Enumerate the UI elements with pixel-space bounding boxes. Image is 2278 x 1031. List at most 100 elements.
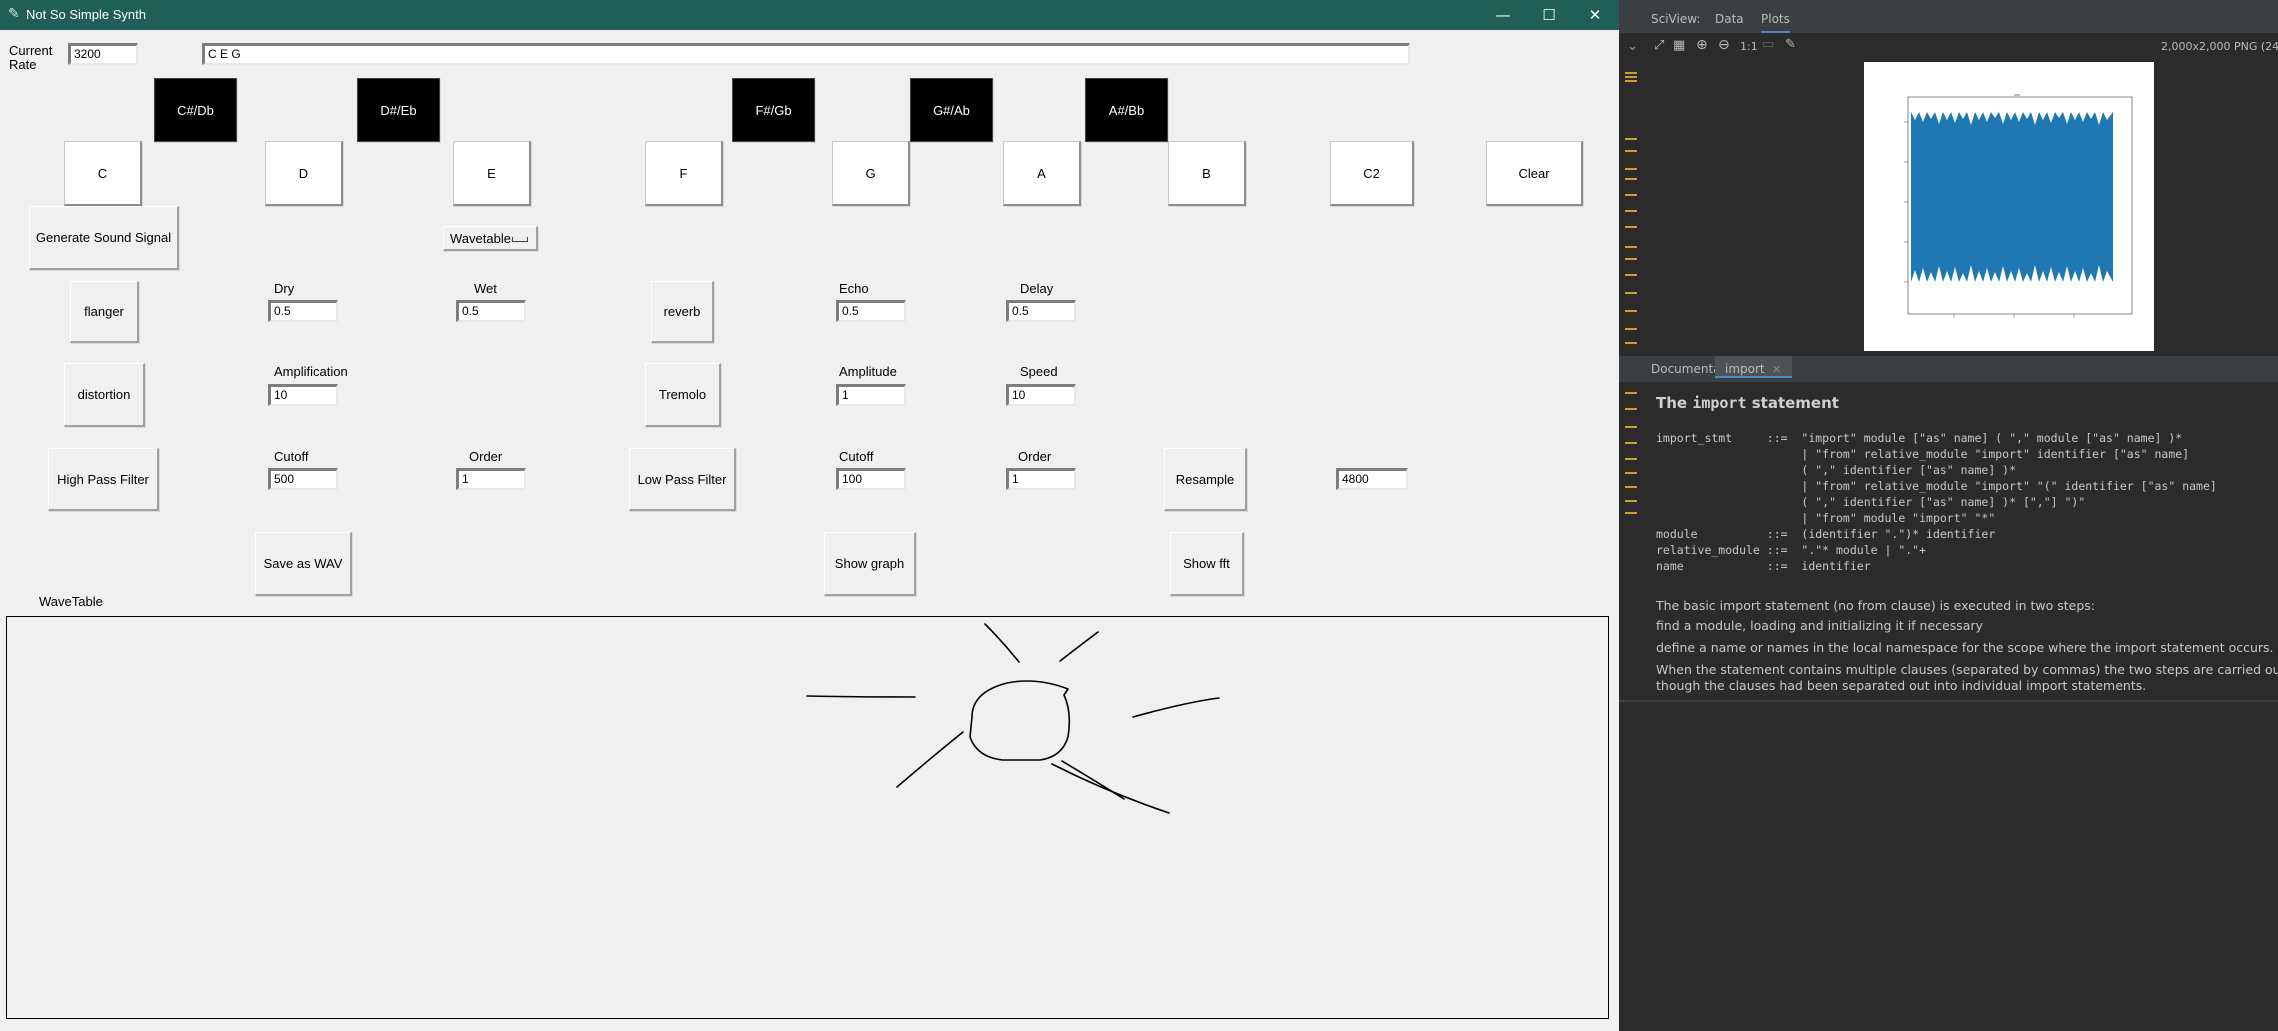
wet-input[interactable]: 0.5 [456, 300, 526, 322]
speed-input[interactable]: 10 [1006, 384, 1076, 406]
grammar-line: ( "," identifier ["as" name] )* [","] ")… [1656, 495, 2086, 509]
notes-input[interactable]: C E G [202, 43, 1410, 65]
hpf-cutoff-input[interactable]: 500 [268, 468, 338, 490]
lpf-cutoff-input[interactable]: 100 [836, 468, 906, 490]
key-b[interactable]: B [1168, 141, 1246, 206]
save-wav-button[interactable]: Save as WAV [255, 532, 352, 596]
doc-title-code: import [1692, 394, 1747, 412]
key-c-sharp[interactable]: C#/Db [154, 78, 237, 142]
show-graph-button[interactable]: Show graph [824, 532, 916, 596]
tremolo-button[interactable]: Tremolo [645, 363, 721, 427]
window-title: Not So Simple Synth [26, 7, 146, 22]
grammar-line: name ::= identifier [1656, 559, 1871, 573]
ide-panel: SciView: Data Plots ⌄ ⤢ ▦ ⊕ ⊖ 1:1 ▭ ✎ 2,… [1619, 0, 2278, 1031]
doc-step-2: define a name or names in the local name… [1656, 640, 2274, 655]
doc-step-1: find a module, loading and initializing … [1656, 618, 1983, 633]
resample-input[interactable]: 4800 [1336, 468, 1408, 490]
key-e[interactable]: E [453, 141, 531, 206]
drawing-ray-3 [806, 695, 916, 698]
clear-button[interactable]: Clear [1486, 141, 1583, 206]
color-picker-icon[interactable]: ✎ [1785, 37, 1796, 52]
waveform-select-value: Wavetable [450, 230, 511, 246]
grammar-line: ( "," identifier ["as" name] )* [1656, 463, 2017, 477]
doc-paragraph: When the statement contains multiple cla… [1656, 662, 2278, 677]
amplification-label: Amplification [274, 364, 348, 379]
key-c[interactable]: C [64, 141, 142, 206]
amplitude-input[interactable]: 1 [836, 384, 906, 406]
grid-icon[interactable]: ▦ [1673, 38, 1685, 53]
zoom-in-icon[interactable]: ⊕ [1696, 37, 1708, 53]
waveform-plot [1904, 94, 2133, 318]
hpf-cutoff-label: Cutoff [274, 449, 309, 464]
feather-icon: ✎ [8, 6, 20, 22]
zoom-out-icon[interactable]: ⊖ [1718, 37, 1730, 53]
wavetable-canvas[interactable] [6, 616, 1609, 1019]
synth-window: ✎ Not So Simple Synth — ☐ ✕ Current Rate… [0, 0, 1619, 1031]
dry-input[interactable]: 0.5 [268, 300, 338, 322]
doc-title: The import statement [1656, 394, 1839, 412]
sciview-label: SciView: [1651, 12, 1701, 26]
resample-button[interactable]: Resample [1164, 448, 1247, 511]
delay-input[interactable]: 0.5 [1006, 300, 1076, 322]
flanger-button[interactable]: flanger [70, 281, 139, 343]
image-info: 2,000x2,000 PNG (24-b [2161, 40, 2278, 53]
plot-image [1864, 62, 2154, 351]
drawing-ray-5 [896, 731, 964, 788]
key-a-sharp[interactable]: A#/Bb [1085, 78, 1168, 142]
key-f-sharp[interactable]: F#/Gb [732, 78, 815, 142]
fit-to-window-icon[interactable]: ⤢ [1654, 38, 1664, 53]
doc-paragraph: The basic import statement (no from clau… [1656, 598, 2095, 613]
doc-tab-import[interactable]: import × [1715, 356, 1792, 378]
key-d[interactable]: D [265, 141, 343, 206]
doc-paragraph: though the clauses had been separated ou… [1656, 678, 2147, 693]
grammar-line: | "from" relative_module "import" identi… [1656, 447, 2190, 461]
lpf-order-label: Order [1018, 449, 1052, 464]
generate-sound-button[interactable]: Generate Sound Signal [29, 206, 179, 270]
drawing-ray-2 [1059, 631, 1099, 662]
wet-label: Wet [474, 281, 497, 296]
amplification-input[interactable]: 10 [268, 384, 338, 406]
hpf-order-input[interactable]: 1 [456, 468, 526, 490]
high-pass-filter-button[interactable]: High Pass Filter [48, 448, 159, 511]
key-g[interactable]: G [832, 141, 910, 206]
close-tab-icon[interactable]: × [1771, 362, 1781, 376]
drawing-ray-4 [1132, 697, 1220, 718]
chevron-down-icon[interactable]: ⌄ [1627, 39, 1638, 54]
tab-data[interactable]: Data [1715, 12, 1744, 26]
rate-label: Current Rate [9, 43, 53, 72]
background-icon[interactable]: ▭ [1762, 37, 1774, 52]
doc-title-prefix: The [1656, 394, 1693, 412]
minimize-button[interactable]: — [1480, 0, 1526, 30]
dry-label: Dry [274, 281, 295, 296]
close-button[interactable]: ✕ [1572, 0, 1618, 30]
rate-input[interactable]: 3200 [68, 43, 138, 65]
grammar-line: module ::= (identifier ".")* identifier [1656, 527, 1996, 541]
hpf-order-label: Order [469, 449, 503, 464]
distortion-button[interactable]: distortion [64, 363, 145, 427]
echo-label: Echo [839, 281, 869, 296]
show-fft-button[interactable]: Show fft [1170, 532, 1244, 596]
actual-size-button[interactable]: 1:1 [1740, 40, 1758, 53]
grammar-block: import_stmt ::= "import" module ["as" na… [1656, 430, 2217, 574]
plot-fill [1911, 112, 2113, 282]
echo-input[interactable]: 0.5 [836, 300, 906, 322]
key-c2[interactable]: C2 [1330, 141, 1414, 206]
key-f[interactable]: F [645, 141, 723, 206]
waveform-select[interactable]: Wavetable [443, 226, 538, 251]
low-pass-filter-button[interactable]: Low Pass Filter [629, 448, 736, 511]
maximize-button[interactable]: ☐ [1526, 0, 1572, 30]
speed-label: Speed [1020, 364, 1058, 379]
lpf-cutoff-label: Cutoff [839, 449, 874, 464]
lpf-order-input[interactable]: 1 [1006, 468, 1076, 490]
wavetable-label: WaveTable [39, 594, 103, 609]
tab-plots[interactable]: Plots [1761, 12, 1790, 33]
reverb-button[interactable]: reverb [651, 281, 714, 343]
dropdown-indicator-icon [512, 237, 528, 242]
panel-divider [1619, 700, 2278, 702]
grammar-line: import_stmt ::= "import" module ["as" na… [1656, 431, 2183, 445]
key-g-sharp[interactable]: G#/Ab [910, 78, 993, 142]
key-a[interactable]: A [1003, 141, 1081, 206]
drawing-circle [969, 680, 1071, 761]
key-d-sharp[interactable]: D#/Eb [357, 78, 440, 142]
doc-title-suffix: statement [1746, 394, 1839, 412]
